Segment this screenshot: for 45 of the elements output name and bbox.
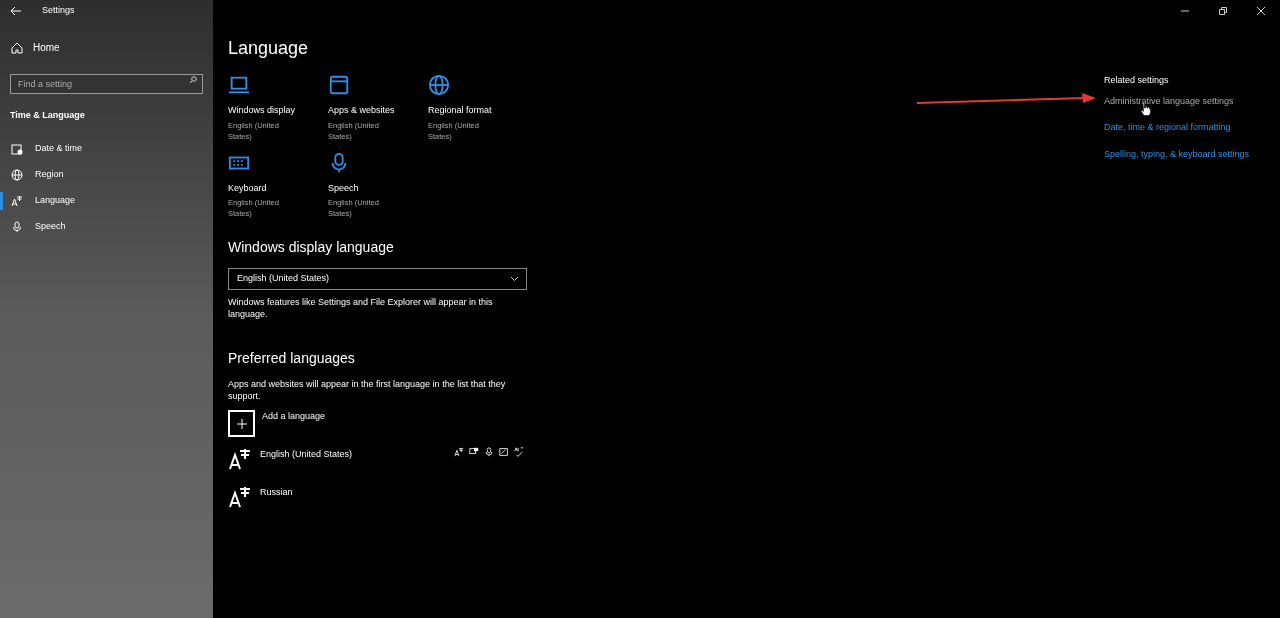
nav-item[interactable]: Date & time [0,142,213,155]
close-icon [1257,7,1265,15]
add-language-label[interactable]: Add a language [262,410,326,424]
language-name[interactable]: English (United States) [260,448,353,462]
language-icon [228,447,252,471]
plus-icon [236,418,247,429]
back-icon[interactable] [10,6,22,16]
home-icon [11,41,23,54]
minimize-icon [1181,10,1189,12]
globe-icon [428,74,450,96]
language-icon [228,485,252,509]
selection-indicator [0,191,3,210]
section-heading: Time & Language [9,109,86,122]
globe-icon [11,168,23,181]
nav-item[interactable]: Language [0,194,213,207]
spelling-icon [514,447,524,457]
search-field[interactable]: Find a setting [10,74,203,94]
nav-item[interactable]: Speech [0,220,213,233]
description-text: Apps and websites will appear in the first language in the list that they support. [228,378,507,402]
language-icon [454,447,464,457]
language-icon [11,194,23,207]
home-link[interactable]: Home [0,40,213,55]
mic-icon [11,220,23,233]
clock-icon [11,142,23,155]
restore-icon [1219,7,1227,15]
display-icon [469,447,479,457]
window-icon [328,74,350,96]
laptop-icon [228,74,250,96]
nav-item[interactable]: Region [0,168,213,181]
mic-icon [484,447,494,457]
related-link[interactable]: Spelling, typing, & keyboard settings [1104,147,1280,161]
section-heading: Windows display language [228,238,395,257]
add-language-button[interactable] [228,410,255,437]
search-icon [189,76,197,84]
language-dropdown[interactable]: English (United States) [228,268,527,290]
window-title: Settings [42,4,75,18]
chevron-icon [511,277,518,281]
language-name[interactable]: Russian [260,486,293,500]
related-link[interactable]: Date, time & regional formatting [1104,121,1280,135]
related-link[interactable]: Administrative language settings [1104,94,1280,108]
section-heading: Related settings [1104,74,1170,87]
page-title: Language [228,38,310,58]
handwriting-icon [499,447,509,457]
description-text: Windows features like Settings and File Explorer will appear in this language. [228,296,494,320]
section-heading: Preferred languages [228,349,356,368]
